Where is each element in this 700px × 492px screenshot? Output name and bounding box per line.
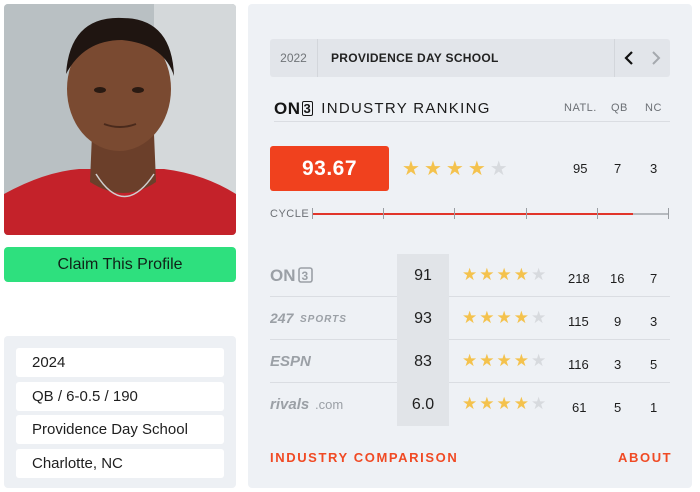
star-filled-icon: ★ — [496, 351, 512, 370]
star-empty-icon: ★ — [531, 265, 547, 284]
service-score: 6.0 — [397, 383, 449, 426]
service-natl-rank: 115 — [568, 314, 589, 329]
school-name: PROVIDENCE DAY SCHOOL — [331, 51, 499, 65]
star-empty-icon: ★ — [531, 351, 547, 370]
hometown: Charlotte, NC — [16, 448, 224, 478]
industry-ranking-title: INDUSTRY RANKING — [321, 100, 491, 117]
service-star-rating: ★ ★ ★ ★ ★ — [462, 266, 546, 283]
profile-details-panel: 2024 QB / 6-0.5 / 190 Providence Day Sch… — [4, 336, 236, 488]
service-row-espn: ESPN 83 ★ ★ ★ ★ ★ 116 3 5 — [270, 340, 670, 383]
service-rankings: ON 3 91 ★ ★ ★ ★ ★ 218 16 7 247 SPORTS 93 ★ ★ ★ ★ ★… — [270, 254, 670, 426]
star-filled-icon: ★ — [445, 158, 464, 180]
star-filled-icon: ★ — [467, 158, 486, 180]
svg-text:247: 247 — [270, 310, 295, 326]
service-state-rank: 7 — [650, 271, 658, 286]
service-position-rank: 9 — [614, 314, 622, 329]
chevron-right-icon — [652, 51, 661, 65]
star-filled-icon: ★ — [462, 394, 478, 413]
column-head-natl: NATL. — [564, 102, 597, 114]
industry-comparison-link[interactable]: INDUSTRY COMPARISON — [270, 450, 458, 465]
on3-service-logo: ON 3 — [270, 254, 318, 296]
svg-text:rivals: rivals — [270, 396, 309, 412]
next-button[interactable] — [642, 39, 670, 77]
star-filled-icon: ★ — [496, 394, 512, 413]
service-row-on3: ON 3 91 ★ ★ ★ ★ ★ 218 16 7 — [270, 254, 670, 297]
industry-star-rating: ★ ★ ★ ★ ★ — [402, 159, 508, 179]
service-natl-rank: 61 — [572, 400, 587, 415]
claim-profile-button[interactable]: Claim This Profile — [4, 247, 236, 282]
cycle-tick — [526, 208, 527, 219]
high-school[interactable]: Providence Day School — [16, 415, 224, 444]
cycle-label: CYCLE — [270, 208, 310, 220]
ranking-panel: 2022 PROVIDENCE DAY SCHOOL ON 3 INDUSTRY … — [248, 4, 692, 488]
school-selector: 2022 PROVIDENCE DAY SCHOOL — [270, 39, 670, 77]
svg-text:.com: .com — [315, 397, 343, 412]
service-score: 83 — [397, 340, 449, 383]
service-position-rank: 5 — [614, 400, 622, 415]
star-filled-icon: ★ — [496, 308, 512, 327]
industry-position-rank: 7 — [614, 161, 622, 176]
cycle-tick — [668, 208, 669, 219]
star-filled-icon: ★ — [479, 265, 495, 284]
star-filled-icon: ★ — [513, 351, 529, 370]
service-natl-rank: 218 — [568, 271, 590, 286]
position-height-weight: QB / 6-0.5 / 190 — [16, 381, 224, 411]
about-link[interactable]: ABOUT — [618, 450, 672, 465]
service-state-rank: 3 — [650, 314, 658, 329]
star-filled-icon: ★ — [479, 308, 495, 327]
column-head-position: QB — [611, 102, 628, 114]
service-star-rating: ★ ★ ★ ★ ★ — [462, 352, 546, 369]
industry-natl-rank: 95 — [573, 161, 588, 176]
service-natl-rank: 116 — [568, 357, 589, 372]
column-head-state: NC — [645, 102, 662, 114]
star-filled-icon: ★ — [513, 308, 529, 327]
service-row-rivals: rivals .com 6.0 ★ ★ ★ ★ ★ 61 5 1 — [270, 383, 670, 426]
service-position-rank: 16 — [610, 271, 625, 286]
star-filled-icon: ★ — [462, 351, 478, 370]
player-photo — [4, 4, 236, 235]
service-star-rating: ★ ★ ★ ★ ★ — [462, 395, 546, 412]
svg-text:3: 3 — [302, 269, 309, 283]
247sports-logo: 247 SPORTS — [270, 297, 380, 339]
star-filled-icon: ★ — [513, 394, 529, 413]
star-filled-icon: ★ — [479, 394, 495, 413]
svg-text:ON: ON — [270, 266, 296, 284]
cycle-tick — [454, 208, 455, 219]
service-star-rating: ★ ★ ★ ★ ★ — [462, 309, 546, 326]
rivals-logo: rivals .com — [270, 383, 360, 425]
cycle-progress-fill — [312, 213, 634, 215]
industry-ranking-header: ON 3 INDUSTRY RANKING NATL. QB NC — [274, 96, 670, 122]
espn-logo: ESPN — [270, 340, 318, 382]
service-score: 91 — [397, 254, 449, 297]
cycle-tick — [597, 208, 598, 219]
cycle-tick — [383, 208, 384, 219]
cycle-progress-bar — [312, 208, 669, 219]
star-filled-icon: ★ — [479, 351, 495, 370]
svg-text:SPORTS: SPORTS — [300, 314, 347, 325]
star-filled-icon: ★ — [462, 308, 478, 327]
cycle-tick — [312, 208, 313, 219]
star-filled-icon: ★ — [402, 158, 420, 180]
service-state-rank: 1 — [650, 400, 658, 415]
school-year: 2022 — [270, 39, 318, 77]
star-filled-icon: ★ — [496, 265, 512, 284]
service-row-247sports: 247 SPORTS 93 ★ ★ ★ ★ ★ 115 9 3 — [270, 297, 670, 340]
svg-text:ESPN: ESPN — [270, 353, 312, 369]
service-score: 93 — [397, 297, 449, 340]
star-empty-icon: ★ — [531, 308, 547, 327]
player-photo-image — [4, 4, 236, 235]
chevron-left-icon — [623, 51, 633, 65]
industry-state-rank: 3 — [650, 161, 658, 176]
service-position-rank: 3 — [614, 357, 622, 372]
star-empty-icon: ★ — [489, 158, 508, 180]
prev-button[interactable] — [614, 39, 642, 77]
star-filled-icon: ★ — [423, 158, 442, 180]
on3-logo: ON 3 — [274, 98, 314, 118]
industry-score: 93.67 — [270, 146, 389, 191]
star-filled-icon: ★ — [462, 265, 478, 284]
service-state-rank: 5 — [650, 357, 658, 372]
star-filled-icon: ★ — [513, 265, 529, 284]
class-year: 2024 — [16, 348, 224, 377]
star-empty-icon: ★ — [531, 394, 547, 413]
